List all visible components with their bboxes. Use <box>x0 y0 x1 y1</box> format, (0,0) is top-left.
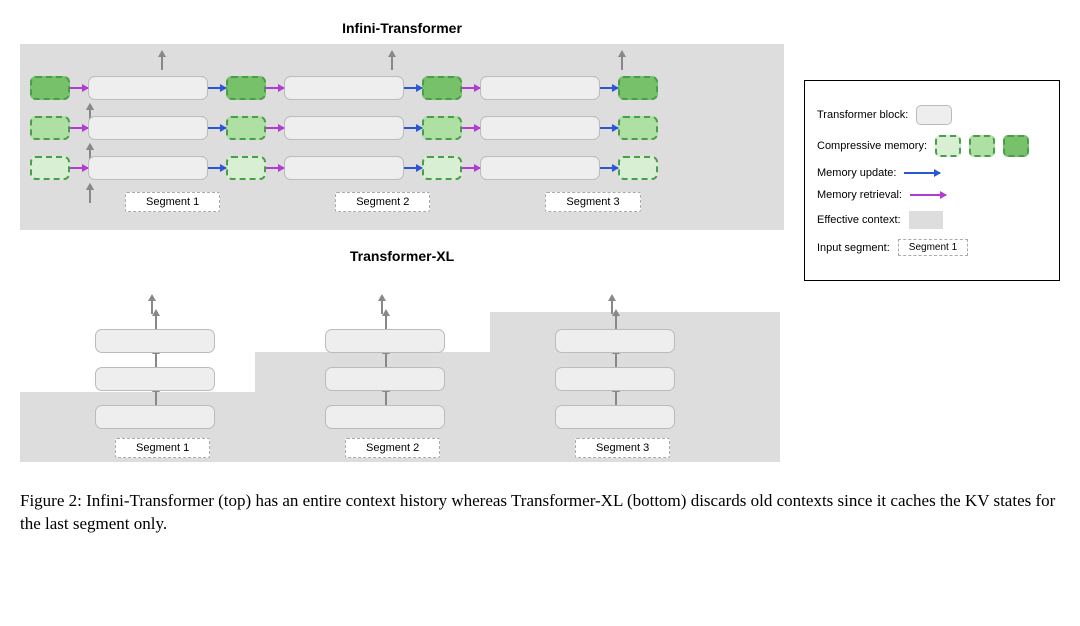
v-arrow-icon <box>385 315 387 329</box>
arrow-update-icon <box>600 127 618 129</box>
transformer-block <box>480 76 600 100</box>
transformer-block <box>88 76 208 100</box>
arrow-retrieval-icon <box>910 194 946 196</box>
figure-caption: Figure 2: Infini-Transformer (top) has a… <box>20 490 1060 536</box>
memory-icon <box>618 116 658 140</box>
title-xl: Transformer-XL <box>20 248 784 264</box>
v-arrow-icon <box>155 353 157 367</box>
transformer-block <box>95 405 215 429</box>
v-arrow-icon <box>89 189 91 203</box>
arrow-update-icon <box>208 127 226 129</box>
arrow-retrieval-icon <box>266 87 284 89</box>
transformer-block <box>325 367 445 391</box>
memory-icon <box>618 156 658 180</box>
memory-icon <box>618 76 658 100</box>
arrow-update-icon <box>600 167 618 169</box>
memory-icon <box>30 76 70 100</box>
segment-label: Segment 1 <box>115 438 210 458</box>
segment-label: Segment 2 <box>335 192 430 212</box>
transformer-block <box>284 76 404 100</box>
transformer-block <box>555 405 675 429</box>
title-infini: Infini-Transformer <box>20 20 784 36</box>
arrow-retrieval-icon <box>462 127 480 129</box>
xl-column <box>535 322 695 436</box>
v-arrow-icon <box>385 353 387 367</box>
v-arrow-icon <box>385 391 387 405</box>
transformer-block <box>325 405 445 429</box>
xl-column <box>75 322 235 436</box>
infini-row <box>30 108 774 148</box>
memory-icon <box>422 116 462 140</box>
memory-icon <box>1003 135 1029 157</box>
arrow-retrieval-icon <box>70 167 88 169</box>
legend-label: Input segment: <box>817 242 890 254</box>
infini-panel: Segment 1 Segment 2 Segment 3 <box>20 44 784 230</box>
transformer-block <box>88 116 208 140</box>
memory-icon <box>226 76 266 100</box>
arrow-update-icon <box>208 87 226 89</box>
arrow-update-icon <box>404 127 422 129</box>
arrow-retrieval-icon <box>266 167 284 169</box>
arrow-update-icon <box>404 87 422 89</box>
memory-icon <box>30 116 70 140</box>
memory-icon <box>422 76 462 100</box>
legend-label: Memory retrieval: <box>817 189 902 201</box>
legend-label: Transformer block: <box>817 109 908 121</box>
memory-icon <box>226 156 266 180</box>
transformer-block <box>555 367 675 391</box>
arrow-retrieval-icon <box>462 167 480 169</box>
legend-label: Memory update: <box>817 167 896 179</box>
memory-icon <box>969 135 995 157</box>
transformer-block <box>480 156 600 180</box>
transformer-block <box>88 156 208 180</box>
v-arrow-icon <box>615 353 617 367</box>
transformer-block <box>284 156 404 180</box>
segment-label: Segment 3 <box>545 192 640 212</box>
memory-icon <box>226 116 266 140</box>
v-arrow-icon <box>615 315 617 329</box>
infini-row <box>30 68 774 108</box>
transformer-block <box>95 367 215 391</box>
segment-label: Segment 2 <box>345 438 440 458</box>
segment-label: Segment 1 <box>125 192 220 212</box>
transformer-block <box>325 329 445 353</box>
infini-row <box>30 148 774 188</box>
xl-column <box>305 322 465 436</box>
legend-box: Transformer block: Compressive memory: M… <box>804 80 1060 281</box>
memory-icon <box>422 156 462 180</box>
transformer-block <box>480 116 600 140</box>
transformer-block <box>95 329 215 353</box>
segment-label: Segment 3 <box>575 438 670 458</box>
arrow-update-icon <box>208 167 226 169</box>
segment-swatch: Segment 1 <box>898 239 968 256</box>
arrow-retrieval-icon <box>70 87 88 89</box>
memory-icon <box>30 156 70 180</box>
arrow-update-icon <box>904 172 940 174</box>
legend-label: Compressive memory: <box>817 140 927 152</box>
arrow-retrieval-icon <box>70 127 88 129</box>
arrow-update-icon <box>600 87 618 89</box>
v-arrow-icon <box>615 391 617 405</box>
transformer-block <box>555 329 675 353</box>
legend-label: Effective context: <box>817 214 901 226</box>
arrow-retrieval-icon <box>266 127 284 129</box>
v-arrow-icon <box>155 315 157 329</box>
arrow-update-icon <box>404 167 422 169</box>
transformer-block <box>284 116 404 140</box>
arrow-retrieval-icon <box>462 87 480 89</box>
v-arrow-icon <box>155 391 157 405</box>
xl-panel: Segment 1 Segment 2 Segment 3 <box>20 272 784 462</box>
memory-icon <box>935 135 961 157</box>
context-swatch-icon <box>909 211 943 229</box>
transformer-block-icon <box>916 105 952 125</box>
